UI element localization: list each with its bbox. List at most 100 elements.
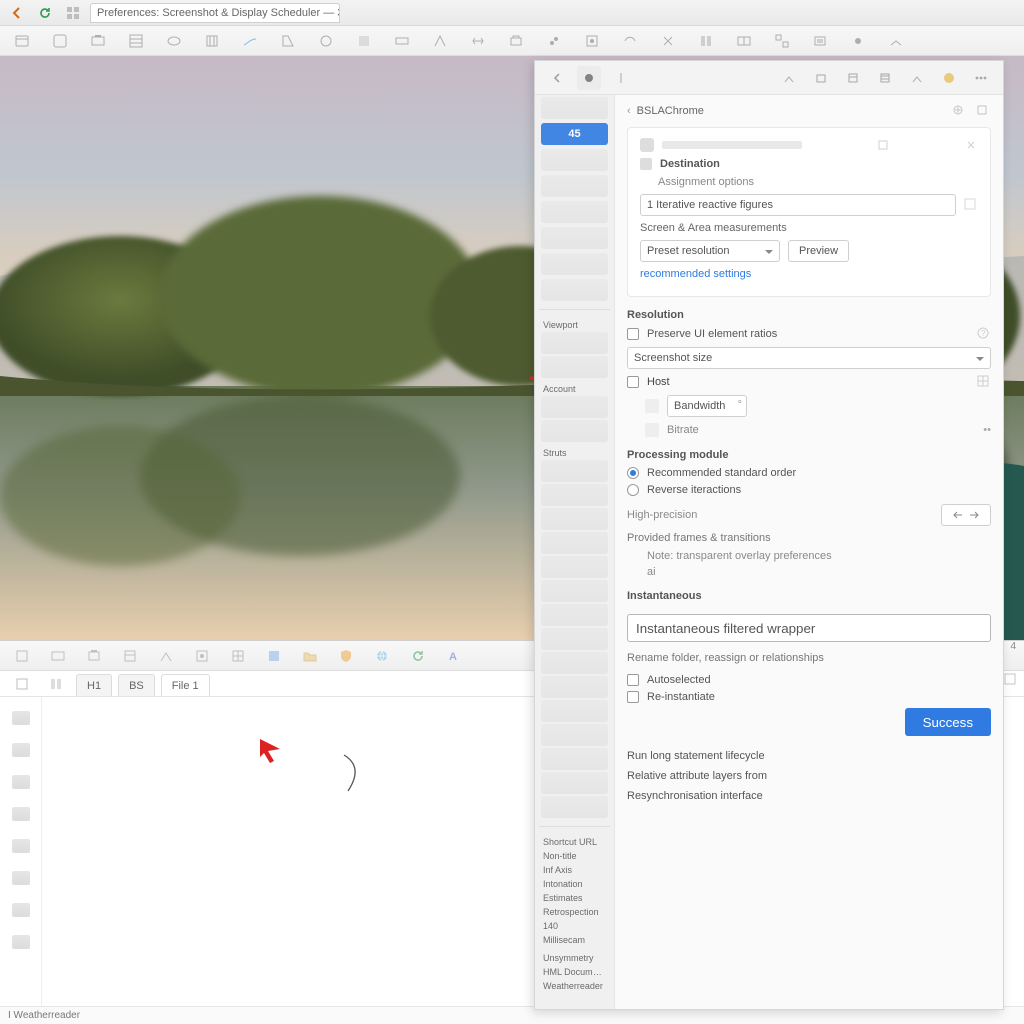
submit-button[interactable]: Success [905,708,991,736]
nav-item-3[interactable] [541,175,608,197]
nav-item-grp3-3[interactable] [541,676,608,698]
toolbar-btn-17[interactable] [616,29,644,53]
proc-radio-2[interactable] [627,484,639,496]
inst-input[interactable] [627,614,991,642]
res-bandwidth-input[interactable]: Bandwidth ° [667,395,747,417]
toolbar-btn-16[interactable] [578,29,606,53]
toolbar-btn-23[interactable] [844,29,872,53]
nav-footer-2[interactable]: Inf Axis [535,861,614,875]
nav-item-grp2-0[interactable] [541,460,608,482]
toolbar-btn-21[interactable] [768,29,796,53]
lw-side-3[interactable] [12,775,30,789]
lw-right-ico-2[interactable] [1002,671,1018,687]
nav-item-5[interactable] [541,227,608,249]
proc-radio-1[interactable] [627,467,639,479]
nav-footer-5[interactable]: Retrospection [535,903,614,917]
lw-btn-2[interactable] [44,644,72,668]
lw-side-2[interactable] [12,743,30,757]
toolbar-btn-13[interactable] [464,29,492,53]
toolbar-btn-24[interactable] [882,29,910,53]
nav-item-grp3-1[interactable] [541,628,608,650]
breadcrumb-action-2[interactable] [975,103,991,119]
nav-footer-4[interactable]: Estimates [535,889,614,903]
toolbar-btn-9[interactable] [312,29,340,53]
lw-btn-5[interactable] [152,644,180,668]
nav-footer-7[interactable]: Millisecam [535,931,614,945]
toolbar-btn-22[interactable] [806,29,834,53]
panel-ico-warn[interactable] [937,66,961,90]
lw-tabbar-ico-1[interactable] [8,672,36,696]
card-dest-action-1[interactable] [876,138,890,152]
panel-ico-line[interactable] [609,66,633,90]
nav-item-grp1-1[interactable] [541,420,608,442]
nav-item-grp2-4[interactable] [541,556,608,578]
window-title[interactable]: Preferences: Screenshot & Display Schedu… [90,3,340,23]
panel-ico-e[interactable] [905,66,929,90]
nav-item-7[interactable] [541,279,608,301]
lw-btn-shield[interactable] [332,644,360,668]
toolbar-btn-10[interactable] [350,29,378,53]
inst-chk-2[interactable] [627,691,639,703]
panel-ico-more[interactable] [969,66,993,90]
toolbar-btn-20[interactable] [730,29,758,53]
proc-link[interactable]: Provided frames & transitions [627,532,771,544]
toolbar-btn-18[interactable] [654,29,682,53]
panel-ico-a[interactable] [777,66,801,90]
panel-ico-d[interactable] [873,66,897,90]
grid-icon[interactable] [62,2,84,24]
lw-tab-3[interactable]: File 1 [161,674,210,696]
lw-btn-7[interactable] [224,644,252,668]
panel-ico-back[interactable] [545,66,569,90]
lw-tabbar-ico-2[interactable] [42,672,70,696]
lw-btn-4[interactable] [116,644,144,668]
res-help-icon[interactable]: ? [977,327,991,341]
lw-btn-folder[interactable] [296,644,324,668]
breadcrumb-action-1[interactable] [951,103,967,119]
res-checkbox[interactable] [627,328,639,340]
lw-btn-1[interactable] [8,644,36,668]
panel-ico-b[interactable] [809,66,833,90]
lw-side-1[interactable] [12,711,30,725]
lw-tab-1[interactable]: H1 [76,674,112,696]
panel-ico-dot[interactable] [577,66,601,90]
dest-selector-dropdown[interactable]: Preset resolution [640,240,780,262]
dest-preset-side[interactable] [964,198,978,212]
lw-side-5[interactable] [12,839,30,853]
lw-btn-8[interactable] [260,644,288,668]
nav-item-grp2-5[interactable] [541,580,608,602]
toolbar-btn-6[interactable] [198,29,226,53]
foot-link-2[interactable]: Relative attribute layers from [627,770,991,782]
nav-item-grp1-0[interactable] [541,396,608,418]
toolbar-btn-2[interactable] [46,29,74,53]
res-grid-icon[interactable] [977,375,991,389]
toolbar-btn-15[interactable] [540,29,568,53]
toolbar-btn-3[interactable] [84,29,112,53]
nav-item-4[interactable] [541,201,608,223]
nav-item-grp2-2[interactable] [541,508,608,530]
nav-item-grp0-1[interactable] [541,356,608,378]
nav-footer-9[interactable]: Unsymmetry [535,949,614,963]
lw-side-4[interactable] [12,807,30,821]
nav-footer-3[interactable]: Intonation [535,875,614,889]
breadcrumb-back-icon[interactable]: ‹ [627,105,631,117]
back-icon[interactable] [6,2,28,24]
nav-item-0[interactable] [541,97,608,119]
nav-footer-10[interactable]: HML Documents [535,963,614,977]
nav-footer-6[interactable]: 140 [535,917,614,931]
nav-item-6[interactable] [541,253,608,275]
nav-footer-0[interactable]: Shortcut URL [535,833,614,847]
toolbar-btn-5[interactable] [160,29,188,53]
foot-link-1[interactable]: Run long statement lifecycle [627,750,991,762]
lw-tab-2[interactable]: BS [118,674,155,696]
res-bitrate-side[interactable]: •• [983,424,991,436]
nav-item-grp4-2[interactable] [541,772,608,794]
lw-btn-6[interactable] [188,644,216,668]
nav-item-grp4-0[interactable] [541,724,608,746]
toolbar-btn-8[interactable] [274,29,302,53]
nav-item-active[interactable]: 45 [541,123,608,145]
lw-btn-3[interactable] [80,644,108,668]
toolbar-btn-19[interactable] [692,29,720,53]
nav-item-grp2-3[interactable] [541,532,608,554]
nav-item-grp2-1[interactable] [541,484,608,506]
nav-item-grp3-0[interactable] [541,604,608,626]
